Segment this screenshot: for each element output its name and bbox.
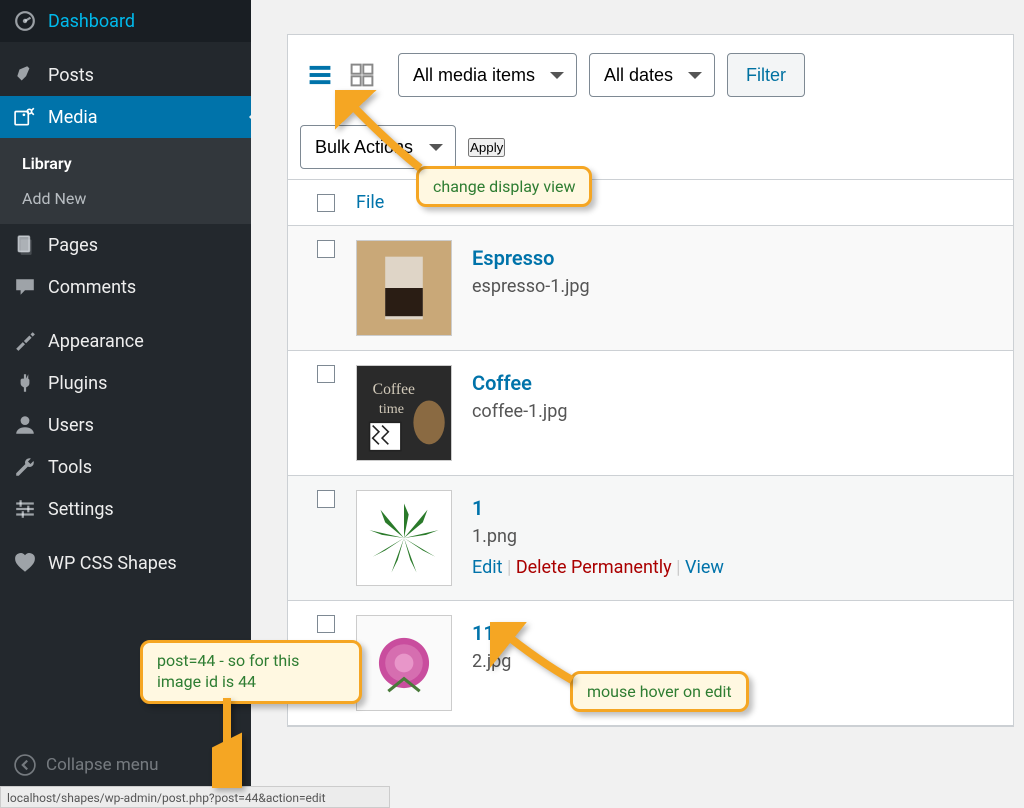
nav-label: WP CSS Shapes (48, 553, 177, 574)
nav-settings[interactable]: Settings (0, 488, 251, 530)
row-checkbox[interactable] (317, 615, 335, 633)
table-row: Coffee time Coffee coffee-1.jpg (288, 351, 1013, 476)
nav-wp-css-shapes[interactable]: WP CSS Shapes (0, 542, 251, 584)
media-submenu: Library Add New (0, 138, 251, 224)
nav-label: Plugins (48, 373, 107, 394)
nav-label: Appearance (48, 331, 144, 352)
media-thumbnail[interactable] (356, 490, 452, 586)
collapse-label: Collapse menu (46, 755, 159, 775)
nav-tools[interactable]: Tools (0, 446, 251, 488)
appearance-icon (14, 330, 36, 352)
view-list-button[interactable] (300, 55, 340, 95)
media-thumbnail[interactable] (356, 240, 452, 336)
column-file-header[interactable]: File (356, 192, 384, 213)
action-view[interactable]: View (685, 557, 724, 578)
action-edit[interactable]: Edit (472, 557, 502, 578)
table-header: File (288, 179, 1013, 226)
view-grid-button[interactable] (342, 55, 382, 95)
nav-media[interactable]: Media (0, 96, 251, 138)
view-switch (300, 55, 382, 95)
users-icon (14, 414, 36, 436)
media-filename: coffee-1.jpg (472, 401, 567, 422)
nav-label: Dashboard (48, 11, 135, 32)
tools-icon (14, 456, 36, 478)
row-checkbox[interactable] (317, 365, 335, 383)
nav-label: Media (48, 107, 98, 128)
settings-icon (14, 498, 36, 520)
nav-label: Posts (48, 65, 94, 86)
nav-appearance[interactable]: Appearance (0, 320, 251, 362)
media-filename: espresso-1.jpg (472, 276, 590, 297)
collapse-icon (14, 754, 36, 776)
media-icon (14, 106, 36, 128)
heart-icon (14, 552, 36, 574)
dashboard-icon (14, 10, 36, 32)
comments-icon (14, 276, 36, 298)
nav-pages[interactable]: Pages (0, 224, 251, 266)
row-actions: Edit | Delete Permanently | View (472, 557, 724, 578)
annotation-hover-edit: mouse hover on edit (570, 671, 749, 712)
plugins-icon (14, 372, 36, 394)
media-title[interactable]: Espresso (472, 246, 590, 270)
nav-posts[interactable]: Posts (0, 54, 251, 96)
media-filename: 1.png (472, 526, 724, 547)
nav-label: Users (48, 415, 94, 436)
apply-button[interactable]: Apply (468, 138, 505, 157)
svg-text:Coffee: Coffee (373, 381, 415, 398)
pin-icon (14, 64, 36, 86)
submenu-library[interactable]: Library (0, 146, 251, 181)
annotation-arrow (490, 622, 590, 696)
row-checkbox[interactable] (317, 240, 335, 258)
nav-users[interactable]: Users (0, 404, 251, 446)
nav-label: Tools (48, 457, 92, 478)
nav-label: Settings (48, 499, 114, 520)
media-title[interactable]: Coffee (472, 371, 567, 395)
media-thumbnail[interactable] (356, 615, 452, 711)
filter-button[interactable]: Filter (727, 53, 805, 97)
nav-dashboard[interactable]: Dashboard (0, 0, 251, 42)
annotation-change-view: change display view (416, 166, 592, 207)
nav-comments[interactable]: Comments (0, 266, 251, 308)
svg-text:time: time (379, 401, 404, 417)
row-checkbox[interactable] (317, 490, 335, 508)
submenu-add-new[interactable]: Add New (0, 181, 251, 216)
select-all-checkbox[interactable] (317, 194, 335, 212)
annotation-post-id: post=44 - so for this image id is 44 (140, 640, 362, 704)
filter-dates[interactable]: All dates (589, 53, 715, 97)
table-row: 1 1.png Edit | Delete Permanently | View (288, 476, 1013, 601)
media-title[interactable]: 1 (472, 496, 724, 520)
pages-icon (14, 234, 36, 256)
annotation-arrow (212, 698, 242, 792)
table-row: Espresso espresso-1.jpg (288, 226, 1013, 351)
media-thumbnail[interactable]: Coffee time (356, 365, 452, 461)
annotation-arrow (335, 90, 435, 184)
action-delete[interactable]: Delete Permanently (516, 557, 672, 578)
nav-label: Pages (48, 235, 98, 256)
nav-plugins[interactable]: Plugins (0, 362, 251, 404)
nav-label: Comments (48, 277, 136, 298)
